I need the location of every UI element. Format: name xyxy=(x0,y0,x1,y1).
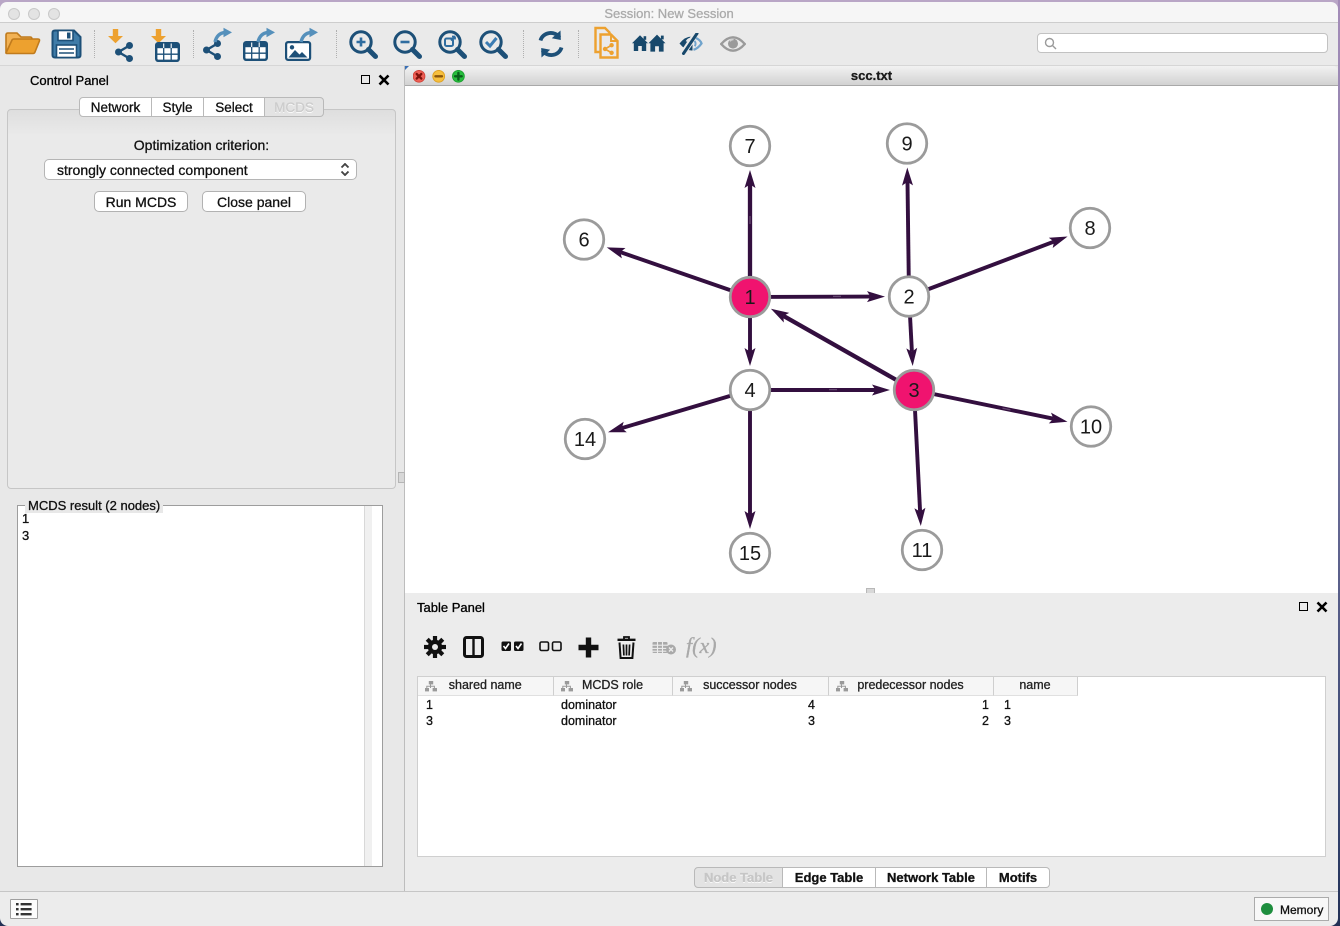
svg-text:8: 8 xyxy=(1084,218,1095,240)
svg-text:6: 6 xyxy=(578,230,589,252)
svg-text:11: 11 xyxy=(912,540,933,562)
svg-text:7: 7 xyxy=(744,136,755,158)
svg-text:14: 14 xyxy=(574,429,596,451)
svg-text:10: 10 xyxy=(1080,417,1102,439)
svg-text:2: 2 xyxy=(903,287,914,309)
svg-text:9: 9 xyxy=(901,134,912,156)
svg-text:3: 3 xyxy=(908,380,919,402)
svg-text:1: 1 xyxy=(744,287,755,309)
svg-text:4: 4 xyxy=(744,380,755,402)
svg-text:15: 15 xyxy=(739,543,761,565)
